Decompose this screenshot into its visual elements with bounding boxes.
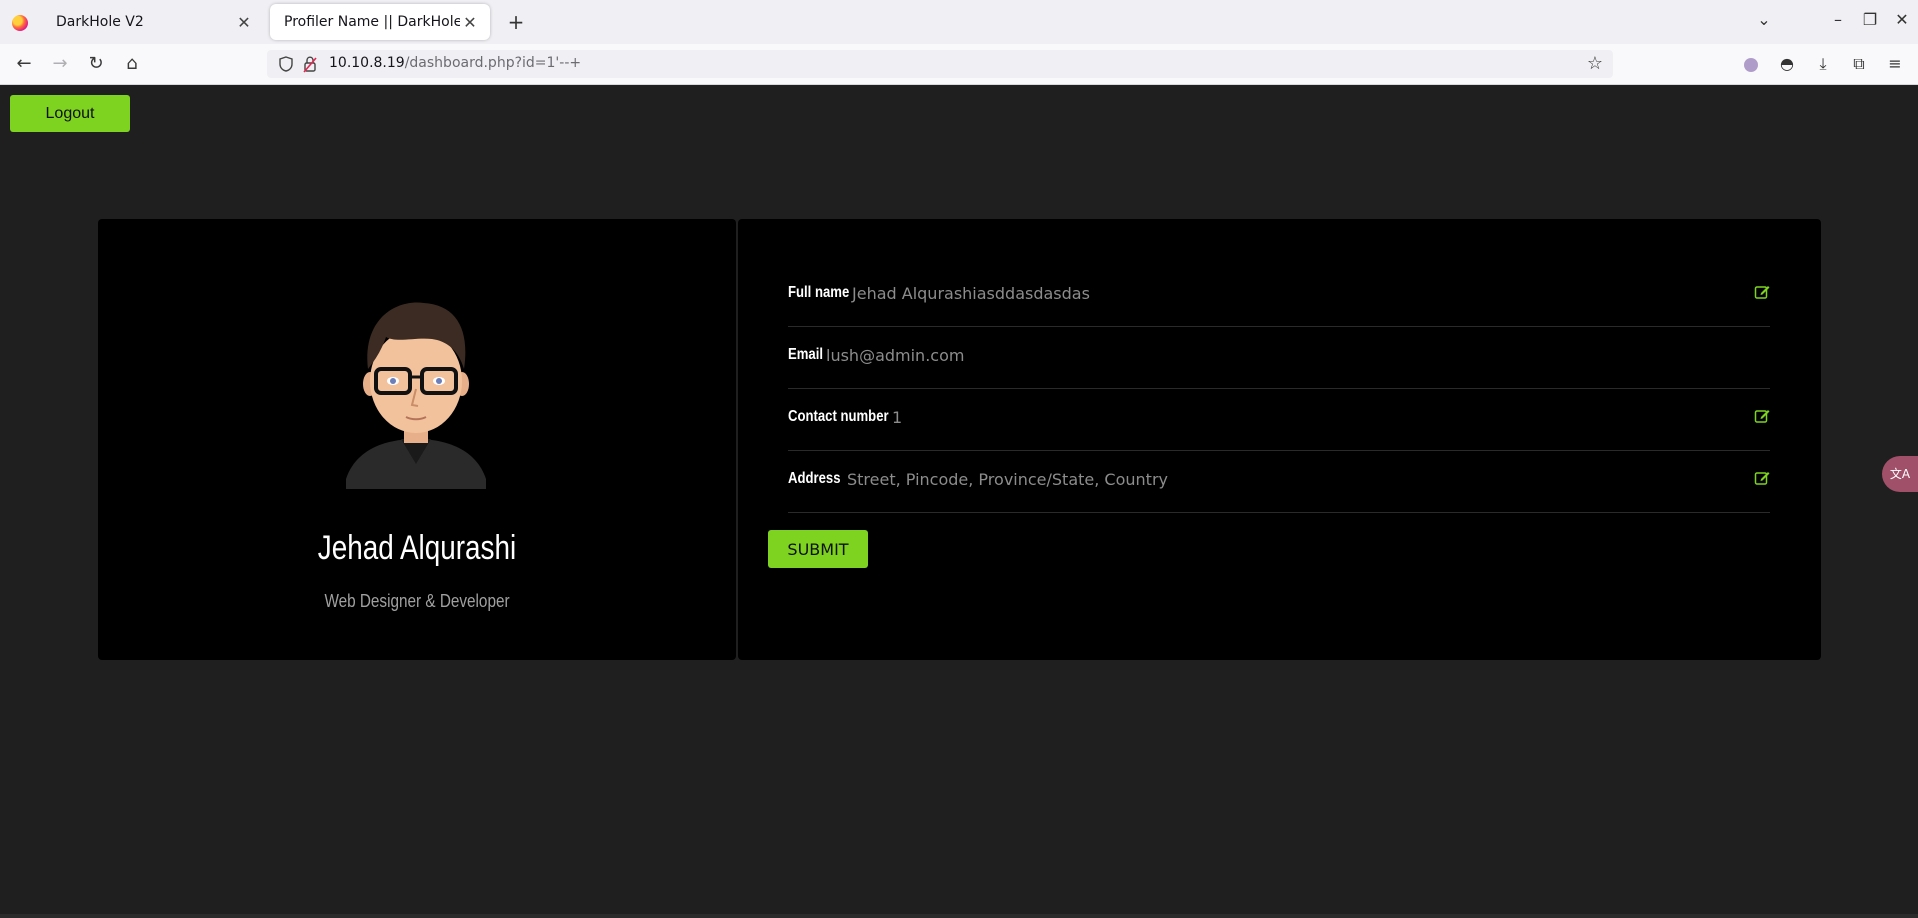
edit-icon[interactable] xyxy=(1754,470,1770,486)
close-icon[interactable]: ✕ xyxy=(234,13,254,32)
logout-button[interactable]: Logout xyxy=(10,95,130,132)
profile-form-card: Full name Jehad Alqurashiasddasdasdas Em… xyxy=(738,219,1821,660)
reload-icon[interactable]: ↻ xyxy=(84,52,108,76)
field-label: Email xyxy=(788,346,824,363)
edit-icon[interactable] xyxy=(1754,408,1770,424)
extension-hat-icon[interactable]: ◓ xyxy=(1776,53,1798,75)
restore-icon[interactable]: ❐ xyxy=(1858,10,1882,29)
url-host: 10.10.8.19 xyxy=(329,55,405,71)
contact-number-value[interactable]: 1 xyxy=(892,408,902,427)
new-tab-button[interactable]: + xyxy=(504,10,528,34)
field-label: Contact number xyxy=(788,408,889,425)
field-contact-number: Contact number 1 xyxy=(788,388,1770,451)
shield-icon[interactable] xyxy=(279,56,293,72)
url-path: /dashboard.php?id=1'--+ xyxy=(404,55,582,71)
window-close-icon[interactable]: ✕ xyxy=(1890,10,1914,29)
field-address: Address Street, Pincode, Province/State,… xyxy=(788,450,1770,513)
tab-label: DarkHole V2 xyxy=(56,14,144,30)
insecure-lock-icon[interactable] xyxy=(303,55,317,73)
submit-button[interactable]: SUBMIT xyxy=(768,530,868,568)
page-bottom-edge xyxy=(0,914,1918,918)
list-all-tabs-chevron-down-icon[interactable]: ⌄ xyxy=(1752,10,1776,29)
url-bar[interactable]: 10.10.8.19/dashboard.php?id=1'--+ ☆ xyxy=(267,50,1613,78)
star-icon[interactable]: ☆ xyxy=(1587,53,1603,74)
firefox-logo-icon xyxy=(12,15,28,31)
full-name-value[interactable]: Jehad Alqurashiasddasdasdas xyxy=(852,284,1090,303)
field-label: Full name xyxy=(788,284,850,301)
address-value[interactable]: Street, Pincode, Province/State, Country xyxy=(847,470,1168,489)
email-value: lush@admin.com xyxy=(826,346,965,365)
minimize-icon[interactable]: – xyxy=(1826,10,1850,29)
home-icon[interactable]: ⌂ xyxy=(120,52,144,76)
field-full-name: Full name Jehad Alqurashiasddasdasdas xyxy=(788,264,1770,327)
extensions-puzzle-icon[interactable]: ⧉ xyxy=(1848,53,1870,75)
close-icon[interactable]: ✕ xyxy=(460,13,480,32)
tab-label: Profiler Name || DarkHole xyxy=(284,14,460,30)
tab-profiler-name[interactable]: Profiler Name || DarkHole ✕ xyxy=(270,4,490,40)
avatar xyxy=(346,302,486,489)
field-label: Address xyxy=(788,470,841,487)
url-text[interactable]: 10.10.8.19/dashboard.php?id=1'--+ xyxy=(329,55,581,71)
download-icon[interactable]: ⤓ xyxy=(1812,53,1834,75)
browser-tab-bar: DarkHole V2 ✕ Profiler Name || DarkHole … xyxy=(0,0,1918,44)
browser-nav-bar: ← → ↻ ⌂ 10.10.8.19/dashboard.php?id=1'--… xyxy=(0,44,1918,85)
profile-role: Web Designer & Developer xyxy=(324,591,510,611)
account-avatar-icon[interactable] xyxy=(1740,53,1762,75)
profile-name: Jehad Alqurashi xyxy=(317,529,517,567)
back-arrow-icon[interactable]: ← xyxy=(12,52,36,76)
tab-darkhole-v2[interactable]: DarkHole V2 ✕ xyxy=(42,4,264,40)
menu-hamburger-icon[interactable]: ≡ xyxy=(1884,53,1906,75)
edit-icon[interactable] xyxy=(1754,284,1770,300)
forward-arrow-icon[interactable]: → xyxy=(48,52,72,76)
translate-icon[interactable]: 文A xyxy=(1882,456,1918,492)
field-email: Email lush@admin.com xyxy=(788,326,1770,389)
profile-card: Jehad Alqurashi Web Designer & Developer xyxy=(98,219,736,660)
